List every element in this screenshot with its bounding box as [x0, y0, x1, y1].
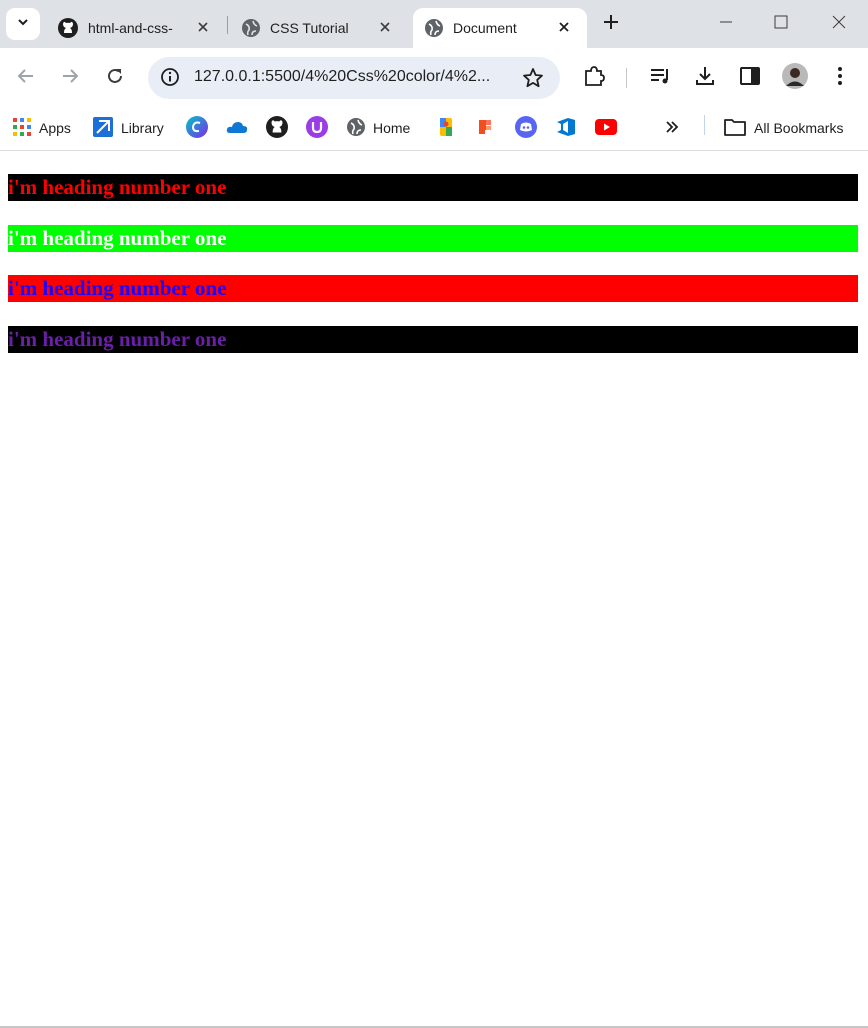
- profile-button[interactable]: [781, 62, 809, 94]
- bookmark-google-maps[interactable]: [437, 114, 455, 142]
- globe-icon: [242, 19, 260, 37]
- heading-3: i'm heading number one: [8, 275, 858, 302]
- bookmark-canva[interactable]: [186, 114, 208, 142]
- youtube-icon: [595, 118, 617, 138]
- tab-title: CSS Tutorial: [270, 20, 349, 36]
- address-bar[interactable]: 127.0.0.1:5500/4%20Css%20color/4%2...: [148, 57, 560, 99]
- info-icon[interactable]: [160, 67, 180, 92]
- github-icon: [266, 115, 288, 141]
- upwork-icon: [306, 115, 328, 141]
- arrow-left-icon: [17, 67, 35, 90]
- bookmark-azure-devops[interactable]: [555, 114, 577, 142]
- maximize-icon: [774, 15, 788, 34]
- bookmark-youtube[interactable]: [595, 114, 617, 142]
- canva-icon: [186, 115, 208, 141]
- toolbar-separator: [626, 68, 627, 88]
- heading-2: i'm heading number one: [8, 225, 858, 252]
- tab-strip: html-and-css- CSS Tutorial Document: [0, 0, 868, 48]
- bookmark-upwork[interactable]: [306, 114, 328, 142]
- chevron-double-right-icon: [664, 119, 680, 138]
- minimize-button[interactable]: [712, 10, 740, 38]
- bookmarks-separator: [704, 115, 705, 135]
- avatar: [782, 62, 808, 94]
- downloads-button[interactable]: [691, 64, 719, 92]
- apps-grid-icon: [13, 117, 31, 139]
- bookmark-apps[interactable]: Apps: [13, 114, 71, 142]
- url-text[interactable]: 127.0.0.1:5500/4%20Css%20color/4%2...: [194, 68, 490, 86]
- folder-icon: [724, 118, 746, 139]
- playlist-icon: [649, 65, 671, 92]
- new-tab-button[interactable]: [597, 10, 625, 38]
- forward-button[interactable]: [54, 62, 86, 94]
- tab-html-and-css[interactable]: html-and-css-: [50, 8, 226, 48]
- bookmarks-overflow-button[interactable]: [664, 114, 680, 142]
- maximize-button[interactable]: [767, 10, 795, 38]
- heading-4: i'm heading number one: [8, 326, 858, 353]
- discord-icon: [515, 115, 537, 141]
- close-icon[interactable]: [376, 18, 394, 36]
- reload-button[interactable]: [99, 62, 131, 94]
- menu-button[interactable]: [826, 64, 854, 92]
- bookmarks-bar: Apps Library Home All Bookmarks: [0, 108, 868, 151]
- globe-icon: [425, 19, 443, 37]
- media-control-button[interactable]: [646, 64, 674, 92]
- all-bookmarks-button[interactable]: All Bookmarks: [724, 114, 843, 142]
- plus-icon: [603, 14, 619, 35]
- close-icon[interactable]: [555, 18, 573, 36]
- bookmark-library[interactable]: Library: [93, 114, 164, 142]
- page-content: i'm heading number one i'm heading numbe…: [0, 151, 868, 1028]
- tab-title: html-and-css-: [88, 20, 173, 36]
- heading-1: i'm heading number one: [8, 174, 858, 201]
- bookmark-label: All Bookmarks: [754, 120, 844, 136]
- close-window-button[interactable]: [825, 10, 853, 38]
- more-vertical-icon: [837, 66, 843, 91]
- close-icon: [832, 15, 846, 34]
- bookmark-onedrive[interactable]: [226, 114, 248, 142]
- github-icon: [58, 18, 78, 38]
- chevron-down-icon: [16, 15, 30, 34]
- bookmark-label: Apps: [39, 120, 71, 136]
- bookmark-label: Library: [121, 120, 164, 136]
- download-icon: [694, 65, 716, 92]
- tab-title: Document: [453, 20, 517, 36]
- puzzle-icon: [583, 65, 605, 92]
- azure-devops-icon: [555, 116, 577, 141]
- bookmark-github[interactable]: [266, 114, 288, 142]
- bookmark-home[interactable]: Home: [347, 114, 410, 142]
- tab-document[interactable]: Document: [413, 8, 587, 48]
- tab-search-button[interactable]: [6, 8, 40, 40]
- tab-separator: [227, 16, 228, 34]
- google-maps-icon: [437, 116, 455, 141]
- close-icon[interactable]: [194, 18, 212, 36]
- library-icon: [93, 116, 113, 140]
- figma-icon: [477, 118, 495, 139]
- bookmark-label: Home: [373, 120, 411, 136]
- onedrive-icon: [226, 119, 248, 138]
- side-panel-icon: [739, 65, 761, 92]
- side-panel-button[interactable]: [736, 64, 764, 92]
- browser-toolbar: 127.0.0.1:5500/4%20Css%20color/4%2...: [0, 48, 868, 108]
- minimize-icon: [719, 15, 733, 34]
- back-button[interactable]: [10, 62, 42, 94]
- tab-css-tutorial[interactable]: CSS Tutorial: [232, 8, 408, 48]
- bookmark-figma[interactable]: [477, 114, 495, 142]
- globe-icon: [347, 117, 365, 139]
- extensions-button[interactable]: [580, 64, 608, 92]
- bookmark-discord[interactable]: [515, 114, 537, 142]
- reload-icon: [106, 67, 124, 90]
- arrow-right-icon: [61, 67, 79, 90]
- star-icon[interactable]: [522, 67, 544, 94]
